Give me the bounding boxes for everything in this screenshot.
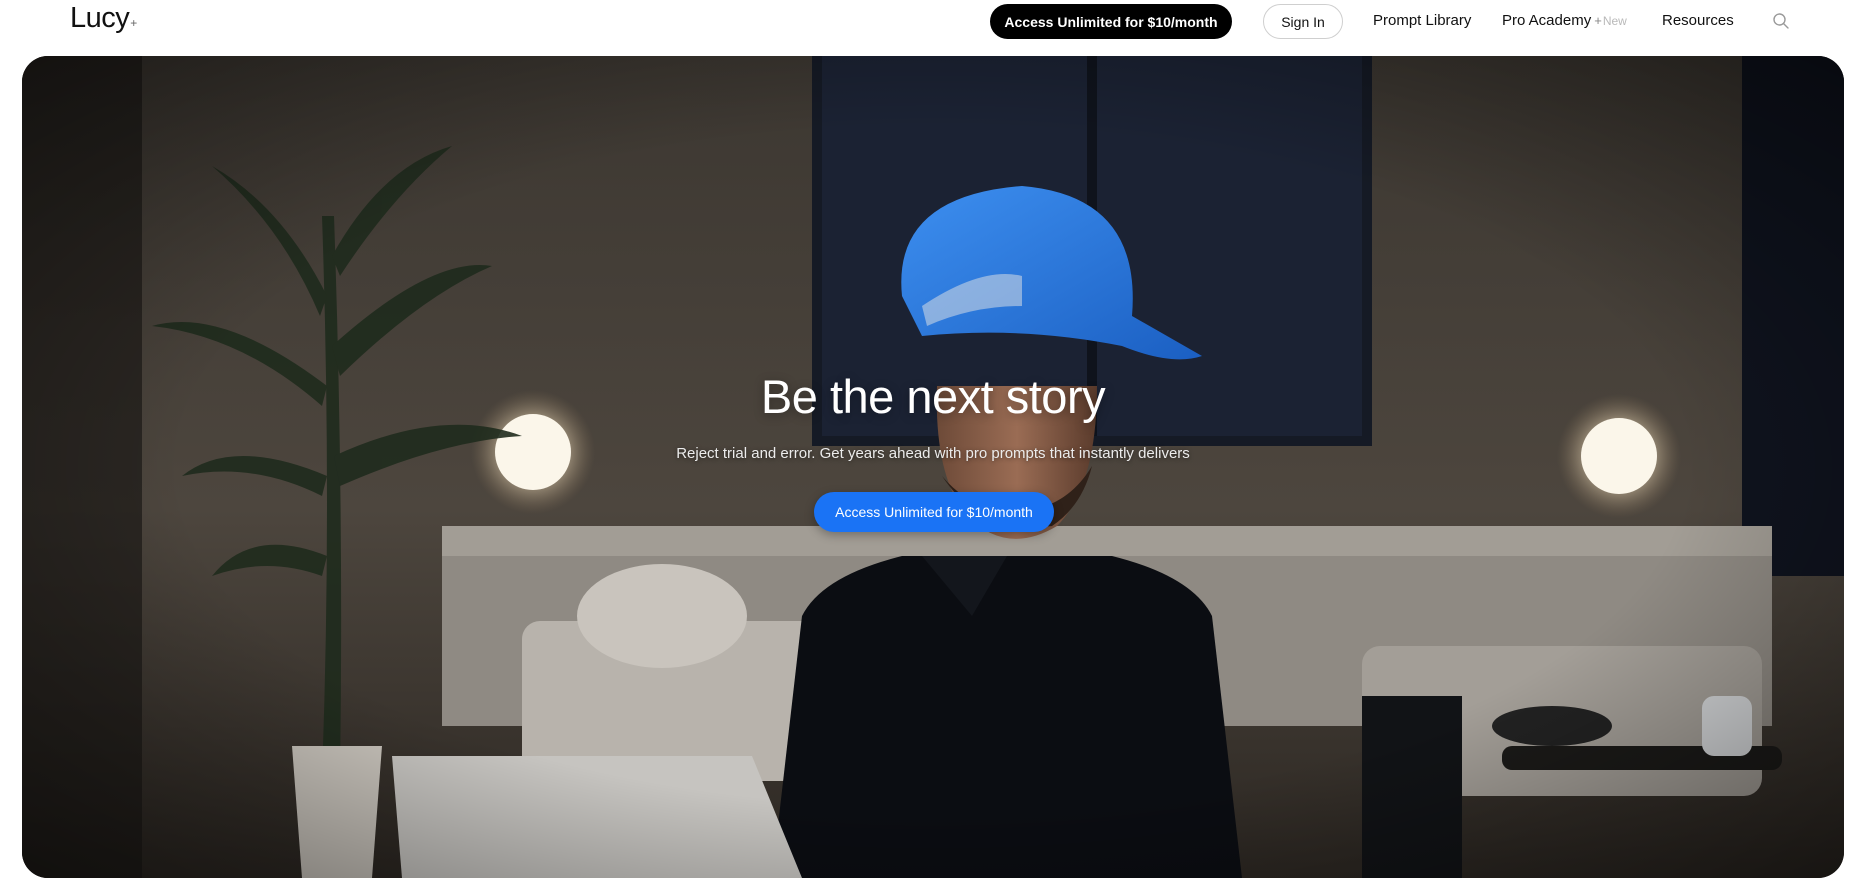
nav-link-pro-academy[interactable]: Pro Academy +New	[1502, 12, 1627, 29]
hero-subtitle: Reject trial and error. Get years ahead …	[676, 445, 1190, 462]
hero-access-unlimited-button[interactable]: Access Unlimited for $10/month	[814, 492, 1054, 532]
logo[interactable]: Lucy+	[70, 2, 137, 35]
top-navbar: Lucy+ Access Unlimited for $10/month Sig…	[0, 0, 1862, 46]
hero-section: Be the next story Reject trial and error…	[22, 56, 1844, 878]
pro-academy-label: Pro Academy	[1502, 12, 1592, 29]
nav-link-prompt-library[interactable]: Prompt Library	[1373, 12, 1471, 29]
logo-text: Lucy	[70, 2, 130, 34]
logo-plus-mark: +	[130, 16, 137, 30]
search-icon[interactable]	[1772, 12, 1790, 30]
hero-title: Be the next story	[760, 370, 1106, 423]
new-badge: New	[1602, 14, 1627, 28]
pro-academy-plus: +	[1594, 13, 1602, 28]
sign-in-button[interactable]: Sign In	[1263, 4, 1343, 39]
nav-link-resources[interactable]: Resources	[1662, 12, 1734, 29]
access-unlimited-button[interactable]: Access Unlimited for $10/month	[990, 4, 1232, 39]
hero-content: Be the next story Reject trial and error…	[22, 56, 1844, 878]
